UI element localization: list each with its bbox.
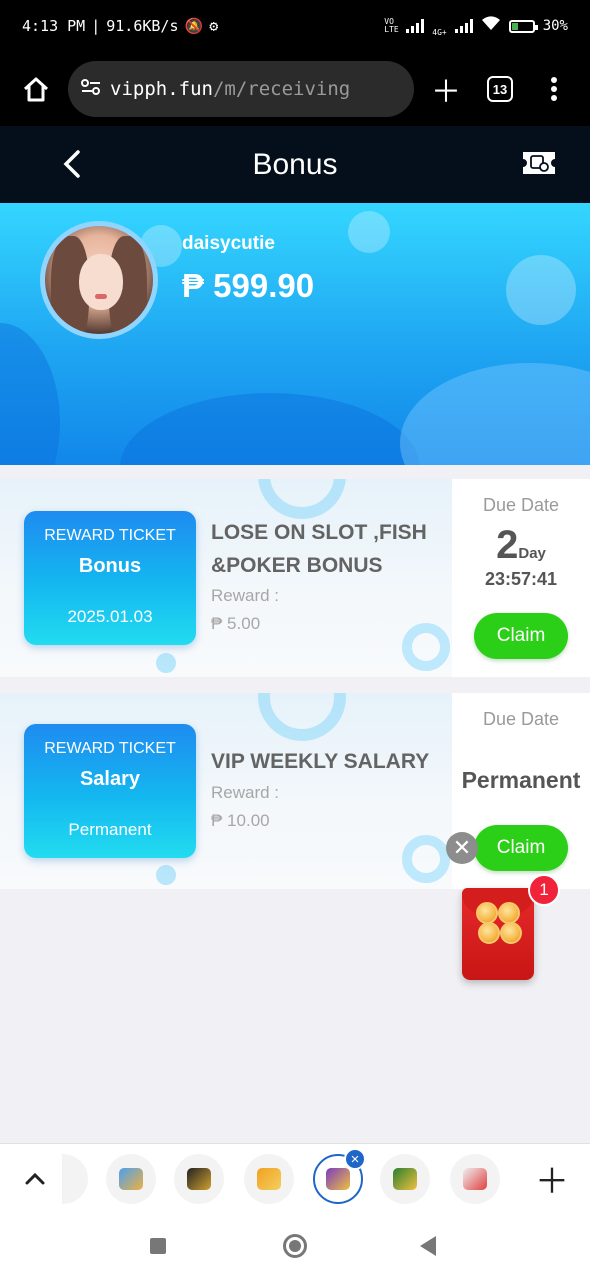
url-path: /m/receiving	[212, 78, 351, 100]
due-date-column: Due Date 2Day 23:57:41 Claim	[452, 479, 590, 677]
due-date-label: Due Date	[482, 495, 560, 515]
decor-bubble	[156, 653, 176, 673]
decor-bubble	[348, 211, 390, 253]
app-header: Bonus	[0, 126, 590, 203]
due-date-label: Due Date	[482, 709, 560, 729]
ticket-date: 2025.01.03	[67, 607, 153, 626]
reward-label: Reward :	[211, 586, 280, 605]
signal-2-icon	[454, 19, 473, 33]
decor-ring	[402, 835, 450, 883]
coin-icon	[500, 922, 522, 944]
volte-label: VO LTE	[384, 17, 399, 34]
chevron-up-icon[interactable]	[18, 1162, 52, 1196]
ticket-date: Permanent	[68, 820, 152, 839]
reward-value: ₱ 5.00	[211, 614, 261, 633]
due-permanent: Permanent	[461, 767, 581, 793]
mute-icon: 🔕	[184, 17, 204, 35]
bonus-card: REWARD TICKET Salary Permanent VIP WEEKL…	[0, 693, 590, 889]
tab-thumbnail[interactable]	[62, 1154, 88, 1204]
coin-icon	[498, 902, 520, 924]
system-nav-bar	[0, 1213, 590, 1280]
battery-percent: 30%	[542, 18, 568, 34]
new-tab-plus-icon[interactable]: ＋	[532, 1158, 572, 1201]
ticket-label: REWARD TICKET	[44, 740, 176, 757]
wifi-icon	[481, 16, 501, 36]
decor-bubble	[506, 255, 576, 325]
back-arrow-icon[interactable]	[52, 144, 92, 184]
coin-icon	[478, 922, 500, 944]
network-type-label: 4G+	[432, 27, 447, 37]
status-net-speed: 91.6KB/s	[106, 17, 179, 35]
battery-icon	[508, 19, 538, 33]
reward-ticket: REWARD TICKET Bonus 2025.01.03	[24, 511, 196, 645]
browser-menu-icon[interactable]	[532, 67, 576, 111]
signal-icon	[406, 19, 425, 33]
address-bar[interactable]: vipph.fun/m/receiving	[68, 61, 414, 117]
decor-wave	[400, 363, 590, 465]
due-days: 2Day	[496, 523, 546, 567]
url-domain: vipph.fun	[110, 78, 213, 100]
reward-ticket: REWARD TICKET Salary Permanent	[24, 724, 196, 858]
tab-thumbnail[interactable]	[450, 1154, 500, 1204]
decor-bubble	[156, 865, 176, 885]
site-settings-icon[interactable]	[80, 78, 102, 101]
bonus-title-line1: VIP WEEKLY SALARY	[211, 750, 430, 773]
page-title: Bonus	[252, 147, 338, 181]
tab-thumbnail[interactable]	[244, 1154, 294, 1204]
home-circle-icon[interactable]	[283, 1234, 307, 1258]
decor-wave	[0, 323, 60, 465]
bonus-card: REWARD TICKET Bonus 2025.01.03 LOSE ON S…	[0, 479, 590, 677]
due-countdown: 23:57:41	[484, 569, 558, 589]
envelope-close-icon[interactable]: ✕	[446, 832, 478, 864]
home-icon[interactable]	[14, 67, 58, 111]
bonus-title-line1: LOSE ON SLOT ,FISH	[211, 521, 427, 544]
envelope-badge: 1	[528, 874, 560, 906]
game-icon	[393, 1168, 417, 1190]
profile-banner: daisycutie ₱ 599.90	[0, 203, 590, 465]
tab-count: 13	[487, 76, 513, 102]
reward-label: Reward :	[211, 783, 280, 802]
decor-wave	[120, 393, 420, 465]
ticket-history-icon[interactable]	[520, 148, 558, 178]
tab-thumbnail[interactable]	[106, 1154, 156, 1204]
game-icon	[326, 1168, 350, 1190]
settings-gear-icon: ⚙	[209, 17, 219, 35]
ticket-label: REWARD TICKET	[44, 527, 176, 544]
balance: ₱ 599.90	[182, 267, 315, 304]
game-icon	[463, 1168, 487, 1190]
ticket-name: Salary	[79, 768, 141, 790]
browser-toolbar: vipph.fun/m/receiving ＋ 13	[0, 52, 590, 126]
tab-thumbnail[interactable]	[174, 1154, 224, 1204]
tab-thumbnail[interactable]	[380, 1154, 430, 1204]
avatar[interactable]	[40, 221, 158, 339]
new-tab-plus-icon[interactable]: ＋	[424, 67, 468, 111]
decor-ring	[402, 623, 450, 671]
bonus-title-line2: &POKER BONUS	[211, 554, 383, 577]
game-icon	[119, 1168, 143, 1190]
reward-value: ₱ 10.00	[211, 811, 270, 830]
status-time: 4:13 PM	[22, 17, 86, 35]
game-icon	[257, 1168, 281, 1190]
coin-icon	[476, 902, 498, 924]
browser-tab-strip: ＋	[0, 1143, 590, 1213]
game-icon	[187, 1168, 211, 1190]
status-bar: 4:13 PM | 91.6KB/s 🔕 ⚙ VO LTE 4G+ 30%	[0, 0, 590, 52]
claim-button[interactable]: Claim	[474, 825, 568, 871]
claim-button[interactable]: Claim	[474, 613, 568, 659]
back-triangle-icon[interactable]	[420, 1236, 436, 1256]
close-tab-icon[interactable]: ×	[344, 1148, 366, 1170]
tab-switcher-button[interactable]: 13	[478, 67, 522, 111]
red-envelope-button[interactable]	[462, 888, 534, 980]
username: daisycutie	[182, 233, 275, 254]
recents-square-icon[interactable]	[150, 1238, 166, 1254]
ticket-name: Bonus	[78, 555, 142, 577]
